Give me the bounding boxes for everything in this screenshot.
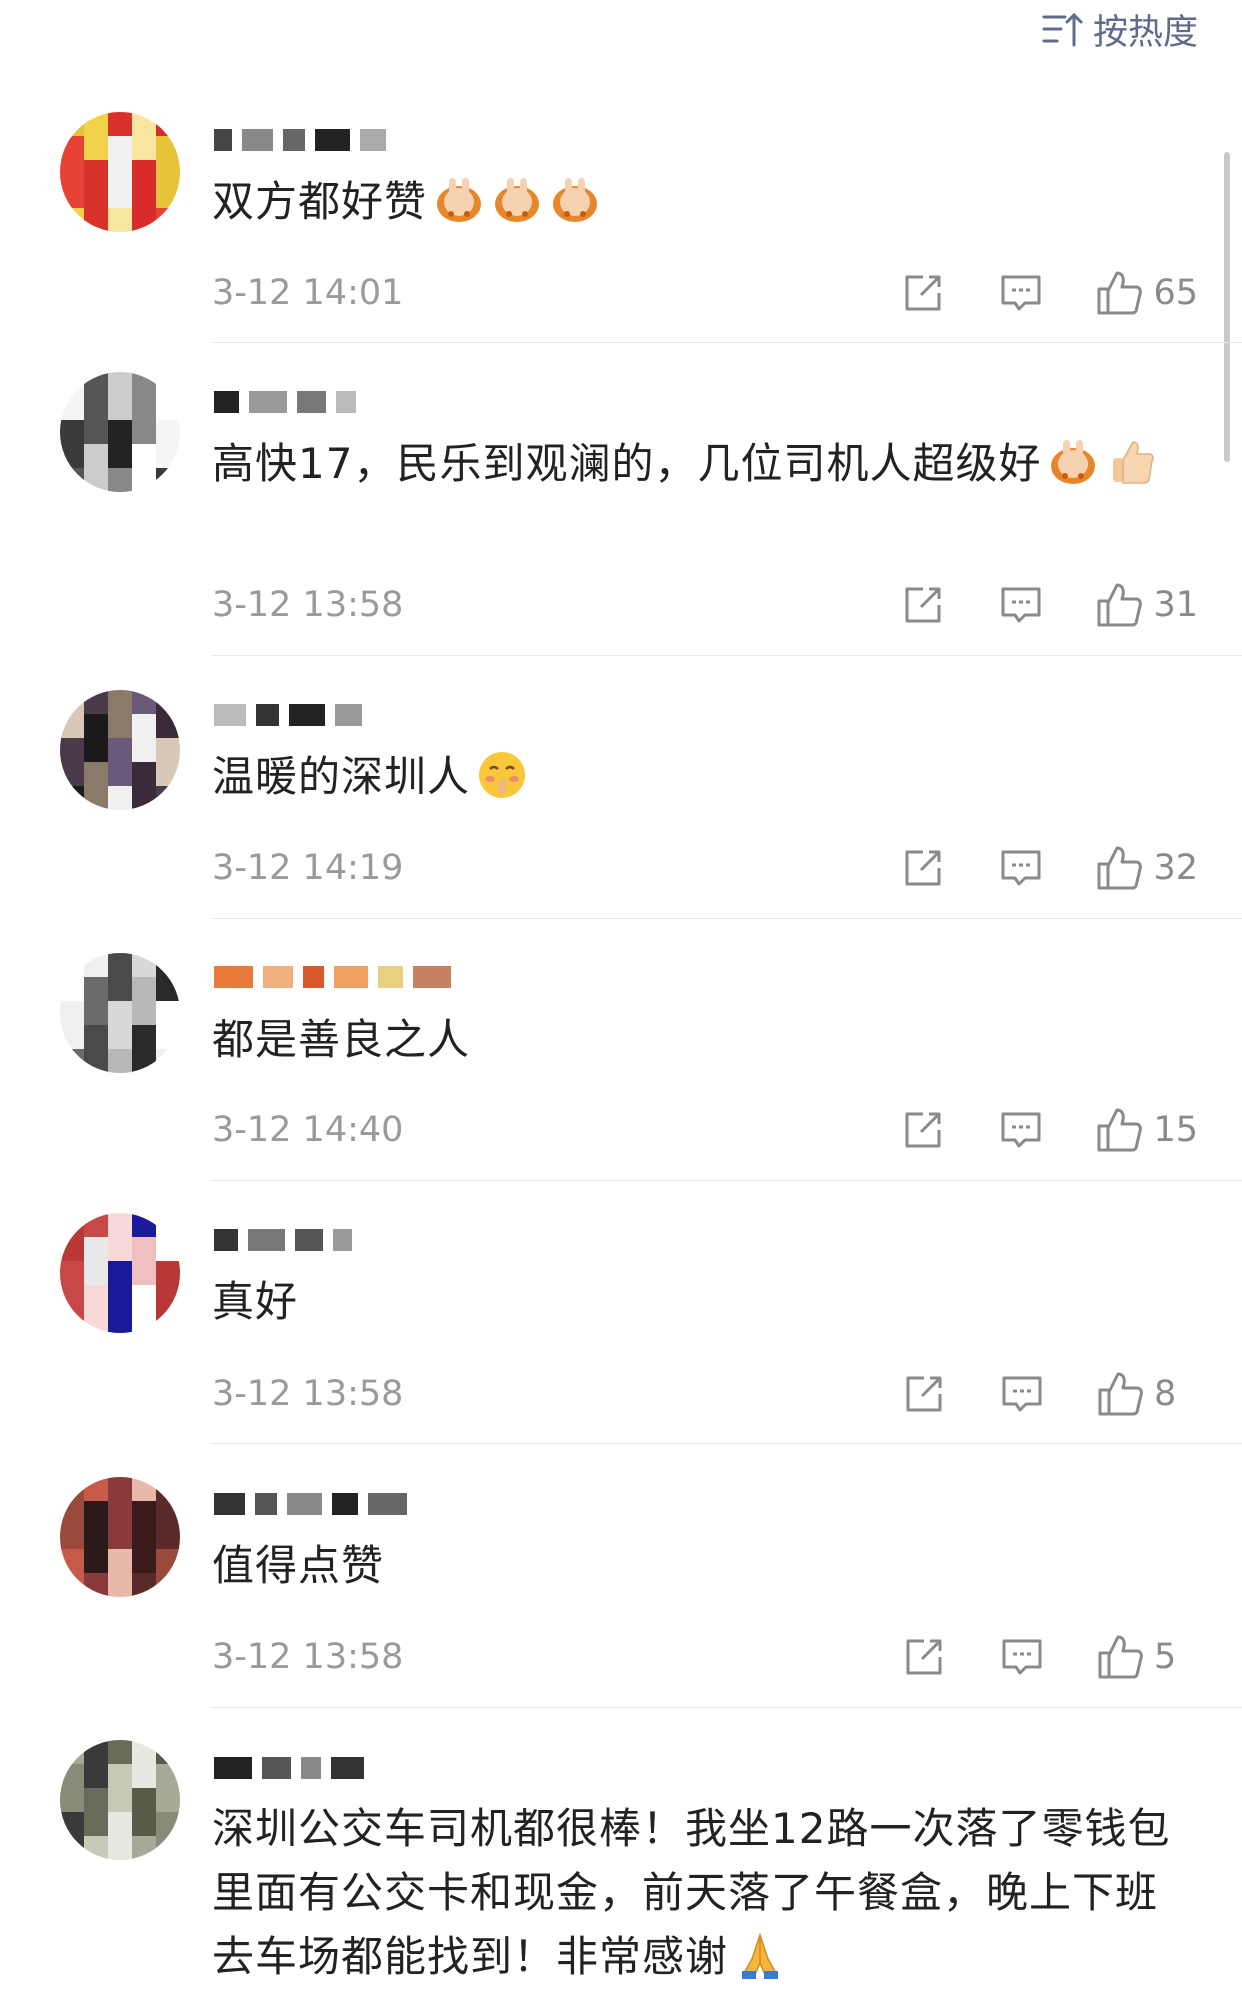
comment-meta: 3-12 14:40 15 [212,1105,1198,1155]
share-icon [906,1376,942,1412]
like-button[interactable]: 32 [1095,844,1198,892]
divider [212,1180,1242,1181]
username-redacted[interactable] [214,382,366,422]
comment-text-content: 真好 [212,1277,299,1326]
comment-icon [1001,1112,1041,1148]
like-count: 31 [1153,585,1198,625]
like-button[interactable]: 31 [1095,581,1198,629]
clap-emoji [433,174,485,226]
divider [212,918,1242,919]
avatar[interactable] [60,112,180,232]
divider [212,1707,1242,1708]
thumbs-up-icon [1097,583,1143,627]
timestamp: 3-12 13:58 [212,585,404,625]
username-redacted[interactable] [214,1220,362,1260]
like-button[interactable]: 8 [1096,1370,1198,1418]
comment-meta: 3-12 13:58 31 [212,580,1198,630]
reply-button[interactable] [998,1370,1046,1418]
thumbs-up-icon [1098,1372,1143,1416]
comment-text: 双方都好赞 [212,170,1192,234]
like-count: 15 [1153,1110,1198,1150]
like-count: 8 [1154,1374,1177,1414]
share-icon [905,275,941,311]
like-button[interactable]: 5 [1096,1633,1198,1681]
comment-icon [1001,587,1041,623]
like-button[interactable]: 15 [1095,1106,1198,1154]
avatar[interactable] [60,1477,180,1597]
share-button[interactable] [899,1106,947,1154]
comment-text-content: 深圳公交车司机都很棒！我坐12路一次落了零钱包里面有公交卡和现金，前天落了午餐盒… [212,1804,1171,1981]
scrollbar[interactable] [1224,152,1230,462]
reply-button[interactable] [997,269,1045,317]
comment-icon [1002,1639,1042,1675]
avatar[interactable] [60,953,180,1073]
reply-button[interactable] [997,1106,1045,1154]
reply-button[interactable] [997,844,1045,892]
avatar[interactable] [60,372,180,492]
thumbs-up-icon [1097,271,1143,315]
timestamp: 3-12 14:40 [212,1110,404,1150]
share-button[interactable] [899,269,947,317]
avatar[interactable] [60,690,180,810]
pray-emoji [734,1929,786,1981]
share-button[interactable] [900,1370,948,1418]
clap-emoji [1047,436,1099,488]
username-redacted[interactable] [214,957,461,997]
timestamp: 3-12 13:58 [212,1637,404,1677]
comment-text: 都是善良之人 [212,1008,1192,1072]
username-redacted[interactable] [214,695,372,735]
comment-text: 深圳公交车司机都很棒！我坐12路一次落了零钱包里面有公交卡和现金，前天落了午餐盒… [212,1797,1192,1989]
timestamp: 3-12 13:58 [212,1374,404,1414]
share-icon [906,1639,942,1675]
comment-text-content: 值得点赞 [212,1541,385,1590]
thumbs-up-emoji [1105,436,1157,488]
share-icon [905,1112,941,1148]
like-count: 32 [1153,848,1198,888]
username-redacted[interactable] [214,1748,374,1788]
reply-button[interactable] [997,581,1045,629]
share-button[interactable] [899,844,947,892]
comment-meta: 3-12 13:58 5 [212,1632,1198,1682]
divider [212,655,1242,656]
share-icon [905,850,941,886]
like-count: 65 [1153,273,1198,313]
comment-text-content: 温暖的深圳人 [212,752,471,801]
sort-icon [1042,12,1083,47]
like-count: 5 [1154,1637,1177,1677]
comment-text-content: 双方都好赞 [212,177,428,226]
shy-face-emoji [476,749,528,801]
comment-text-content: 都是善良之人 [212,1015,471,1064]
comment-meta: 3-12 14:01 65 [212,268,1198,318]
share-icon [905,587,941,623]
comment-text: 值得点赞 [212,1534,1192,1598]
sort-label: 按热度 [1092,12,1198,53]
share-button[interactable] [899,581,947,629]
thumbs-up-icon [1098,1635,1143,1679]
comment-text: 温暖的深圳人 [212,745,1192,809]
comment-icon [1002,1376,1042,1412]
comment-icon [1001,275,1041,311]
comment-text-content: 高快17，民乐到观澜的，几位司机人超级好 [212,439,1042,488]
comment-meta: 3-12 14:19 32 [212,843,1198,893]
username-redacted[interactable] [214,120,396,160]
like-button[interactable]: 65 [1095,269,1198,317]
comment-icon [1001,850,1041,886]
avatar[interactable] [60,1213,180,1333]
reply-button[interactable] [998,1633,1046,1681]
sort-by-hot-button[interactable]: 按热度 [1041,0,1198,58]
divider [212,1443,1242,1444]
timestamp: 3-12 14:01 [212,273,404,313]
thumbs-up-icon [1097,846,1143,890]
avatar[interactable] [60,1740,180,1860]
divider [212,342,1242,343]
thumbs-up-icon [1097,1108,1143,1152]
comment-meta: 3-12 13:58 8 [212,1369,1198,1419]
clap-emoji [549,174,601,226]
clap-emoji [491,174,543,226]
share-button[interactable] [900,1633,948,1681]
username-redacted[interactable] [214,1484,417,1524]
comment-text: 高快17，民乐到观澜的，几位司机人超级好 [212,432,1192,496]
comment-text: 真好 [212,1270,1192,1334]
timestamp: 3-12 14:19 [212,848,404,888]
